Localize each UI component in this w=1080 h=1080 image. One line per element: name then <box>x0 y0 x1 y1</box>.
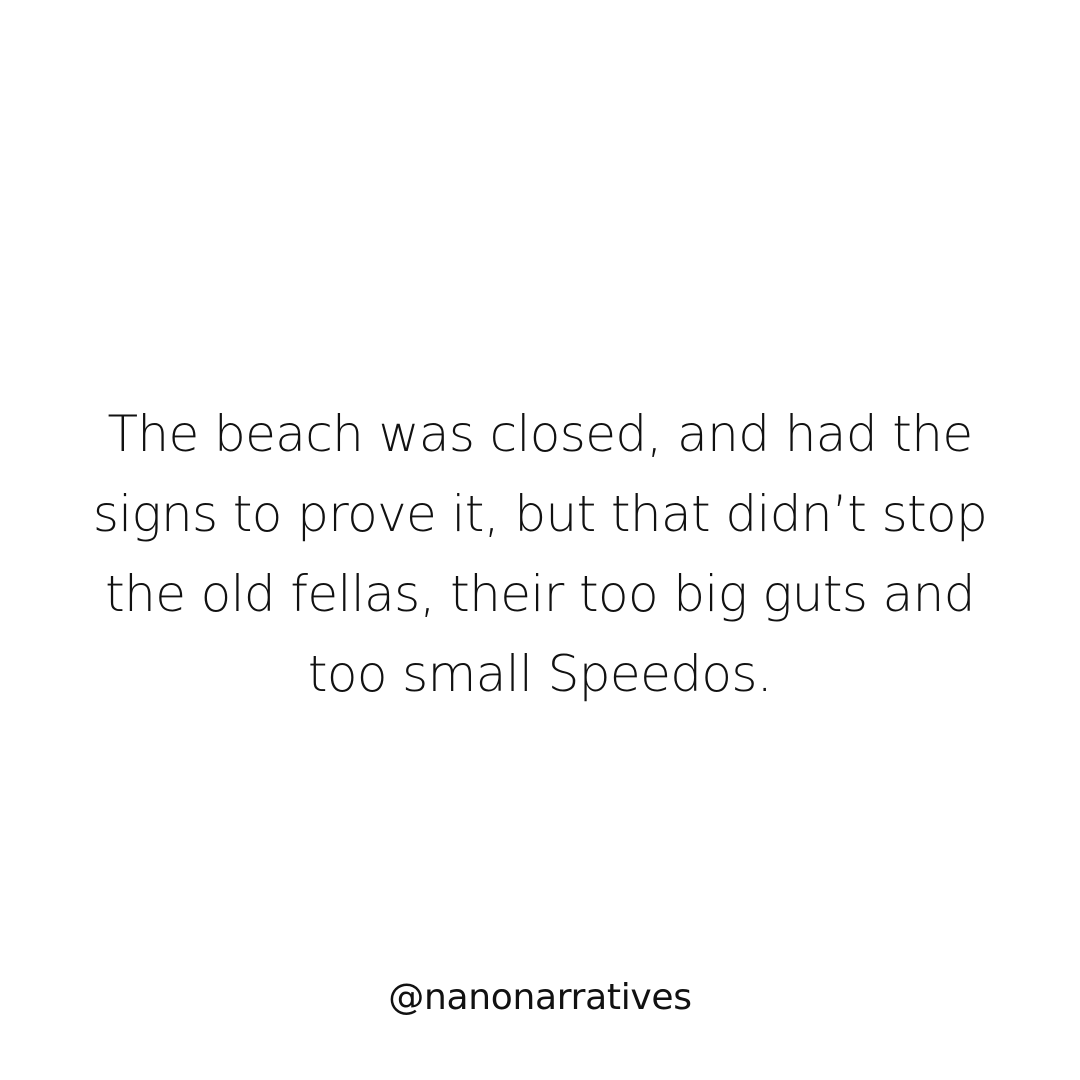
author-handle: @nanonarratives <box>388 977 692 1018</box>
quote-line: the old fellas, their too big guts and <box>105 565 975 623</box>
quote-line: too small Speedos. <box>307 645 773 703</box>
quote-text: The beach was closed, and had the signs … <box>0 394 1080 714</box>
quote-line: The beach was closed, and had the <box>107 405 973 463</box>
quote-line: signs to prove it, but that didn’t stop <box>92 485 988 543</box>
